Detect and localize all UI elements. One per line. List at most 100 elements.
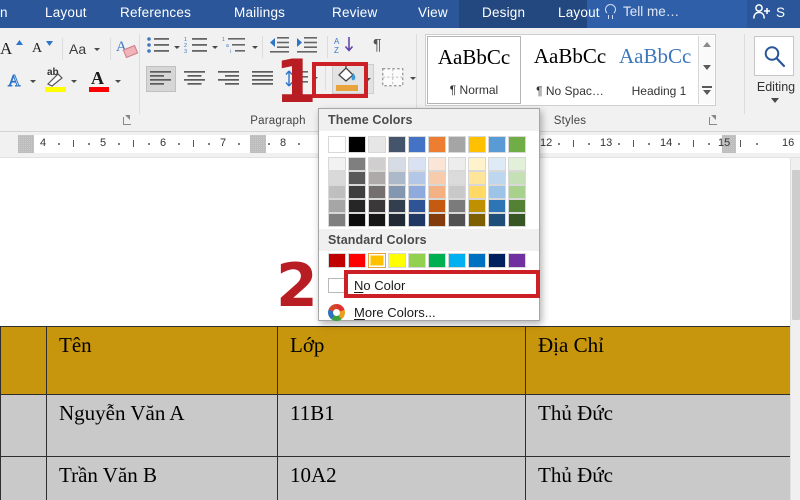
scroll-up-icon[interactable] [703,42,711,47]
shading-color-dropdown[interactable]: Theme Colors Standard Colors No Color Mo… [318,108,540,321]
theme-color-swatch[interactable] [428,136,446,153]
change-case-button[interactable]: Aa [68,36,106,62]
theme-color-swatch[interactable] [348,136,366,153]
theme-color-swatch[interactable] [488,171,506,185]
student-table[interactable]: Tên Lớp Địa Chỉ Nguyễn Văn A 11B1 Thủ Đứ… [0,326,791,500]
text-effects-button[interactable]: A [6,68,40,96]
cell-blank-r1[interactable] [0,394,47,457]
style-item-no-spacing[interactable]: AaBbCc ¶ No Spac… [523,36,617,104]
style-item-heading1[interactable]: AaBbCc Heading 1 [619,36,699,104]
theme-color-swatch[interactable] [348,213,366,227]
table-header-row[interactable]: Tên Lớp Địa Chỉ [0,326,791,395]
theme-color-swatch[interactable] [508,199,526,213]
theme-color-swatch[interactable] [428,199,446,213]
theme-color-swatch[interactable] [328,157,346,171]
theme-color-swatch[interactable] [328,171,346,185]
more-styles-icon[interactable] [703,90,711,95]
theme-color-swatch[interactable] [448,185,466,199]
standard-color-swatch[interactable] [408,253,426,268]
text-highlight-button[interactable]: ab [44,67,82,96]
sort-button[interactable]: A Z [334,36,362,60]
theme-color-swatch[interactable] [508,185,526,199]
styles-dialog-launcher[interactable] [708,115,719,126]
theme-color-swatch[interactable] [448,199,466,213]
theme-color-swatch[interactable] [508,171,526,185]
font-color-button[interactable]: A [88,68,126,96]
theme-color-swatch[interactable] [468,213,486,227]
table-row[interactable]: Nguyễn Văn A 11B1 Thủ Đức [0,394,791,457]
theme-color-swatch[interactable] [388,171,406,185]
find-button[interactable] [754,36,794,76]
theme-color-swatch[interactable] [328,136,346,153]
align-left-button[interactable] [146,66,176,92]
theme-color-swatch[interactable] [448,213,466,227]
standard-color-swatch[interactable] [448,253,466,268]
bullet-list-button[interactable] [146,36,180,60]
standard-color-swatch[interactable] [328,253,346,268]
standard-color-swatch[interactable] [468,253,486,268]
theme-color-swatch[interactable] [428,157,446,171]
multilevel-list-button[interactable]: 1 a i [222,36,258,60]
cell-name-r2[interactable]: Trần Văn B [46,456,278,500]
more-styles-bar[interactable] [702,86,712,88]
tab-view[interactable]: View [418,5,448,20]
theme-color-swatch[interactable] [348,199,366,213]
theme-color-swatch[interactable] [368,199,386,213]
theme-color-swatch[interactable] [368,213,386,227]
shrink-font-button[interactable]: A [30,36,58,62]
styles-gallery-scroller[interactable] [698,36,714,104]
theme-color-swatch[interactable] [488,157,506,171]
share-button[interactable]: S [752,3,785,21]
no-color-menu-item[interactable]: No Color [319,272,539,299]
theme-color-swatch[interactable] [488,185,506,199]
grow-font-button[interactable]: A [0,36,26,62]
theme-color-swatch[interactable] [388,199,406,213]
theme-color-swatch[interactable] [328,199,346,213]
theme-color-swatch[interactable] [348,185,366,199]
theme-color-swatch[interactable] [388,213,406,227]
theme-color-swatch[interactable] [508,213,526,227]
style-item-normal[interactable]: AaBbCc ¶ Normal [427,36,521,104]
cell-class-r2[interactable]: 10A2 [277,456,526,500]
theme-color-swatch[interactable] [368,136,386,153]
theme-color-swatch[interactable] [448,157,466,171]
theme-color-swatch[interactable] [468,199,486,213]
more-colors-menu-item[interactable]: More Colors... [319,299,539,326]
show-formatting-marks-button[interactable]: ¶ [368,36,392,60]
tab-table-layout[interactable]: Layout [558,5,600,20]
align-center-button[interactable] [180,66,210,92]
standard-color-swatch[interactable] [388,253,406,268]
standard-color-swatch[interactable] [508,253,526,268]
theme-color-swatch[interactable] [348,171,366,185]
theme-color-swatch[interactable] [468,185,486,199]
standard-colors-row[interactable] [319,251,539,272]
theme-color-swatch[interactable] [388,136,406,153]
header-cell-blank[interactable] [0,326,47,395]
tell-me-box[interactable]: Tell me… [605,4,679,19]
tab-home-partial[interactable]: n [0,5,8,20]
theme-color-swatch[interactable] [368,171,386,185]
tab-layout[interactable]: Layout [45,5,87,20]
theme-color-swatch[interactable] [508,157,526,171]
borders-button[interactable] [380,64,420,94]
tab-review[interactable]: Review [332,5,377,20]
align-right-button[interactable] [214,66,244,92]
theme-color-swatch[interactable] [468,157,486,171]
theme-color-swatch[interactable] [408,199,426,213]
font-dialog-launcher[interactable] [122,115,133,126]
theme-color-swatch[interactable] [448,136,466,153]
cell-class-r1[interactable]: 11B1 [277,394,526,457]
theme-color-swatch[interactable] [408,136,426,153]
vertical-scrollbar[interactable] [790,158,800,500]
theme-color-swatch[interactable] [388,185,406,199]
tab-mailings[interactable]: Mailings [234,5,285,20]
numbered-list-button[interactable]: 1 2 3 [184,36,218,60]
standard-color-swatch[interactable] [348,253,366,268]
theme-color-swatch[interactable] [488,136,506,153]
theme-color-swatch[interactable] [408,213,426,227]
scroll-down-icon[interactable] [703,65,711,70]
theme-color-swatch[interactable] [408,185,426,199]
cell-blank-r2[interactable] [0,456,47,500]
theme-color-swatch[interactable] [468,171,486,185]
theme-colors-grid[interactable] [319,131,539,229]
